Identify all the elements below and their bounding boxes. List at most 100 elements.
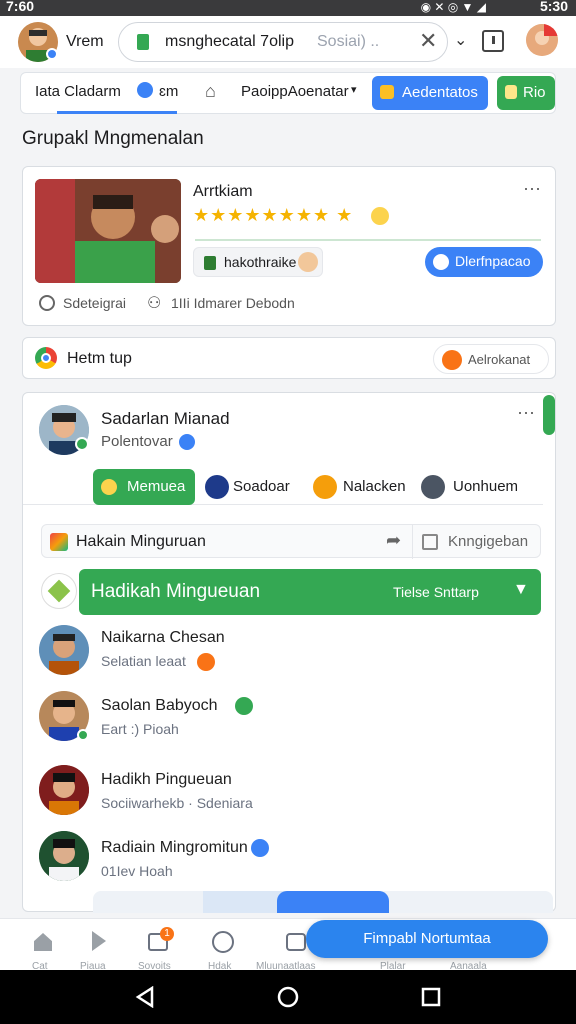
divider [412, 525, 413, 559]
camera-icon[interactable] [286, 933, 306, 951]
search-action-label: Aelrokanat [468, 352, 531, 367]
chip-label: Nalacken [343, 478, 406, 495]
page-title: Grupakl Mngmenalan [22, 128, 204, 149]
meta-secondary: 1IIi Idmarer Debodn [171, 295, 295, 311]
chip-0[interactable]: Memuea [93, 469, 195, 505]
member-name: Radiain Mingromitun [101, 839, 248, 856]
segmented-control[interactable] [93, 891, 553, 913]
face-icon [505, 85, 517, 99]
smile-icon[interactable] [212, 931, 234, 953]
back-icon[interactable] [134, 986, 156, 1008]
divider [195, 239, 541, 241]
search-row[interactable]: Hetm tup Aelrokanat [22, 337, 556, 379]
status-time: 7:60 [6, 0, 35, 14]
status-dot-icon [77, 729, 89, 741]
secondary-button-label: Rio [523, 84, 546, 101]
status-dot-icon [75, 437, 89, 451]
image-icon[interactable] [422, 534, 438, 550]
chevron-down-icon[interactable]: ▼ [513, 581, 529, 599]
chip-label: Memuea [127, 478, 186, 495]
featured-name: Arrtkiam [193, 183, 253, 200]
chip-3[interactable]: Uonhuem [421, 469, 533, 505]
floating-action-button[interactable]: Fimpabl Nortumtaa [306, 920, 548, 958]
chip-icon [101, 479, 117, 495]
chevron-down-icon[interactable]: ⌄ [454, 30, 467, 50]
more-icon[interactable]: ⋯ [517, 403, 535, 424]
group-header[interactable]: Hadikah Mingueuan Tielse Snttarp ▼ [79, 569, 541, 615]
browser-icon-center [41, 353, 51, 363]
tag-label: hakothraike [224, 254, 297, 270]
chip-avatar [205, 475, 229, 499]
rating-stars: ★★★★★★★★ ★ [193, 205, 354, 225]
member-sub: 01Iev Hoah [101, 863, 173, 879]
tab-suffix: ɛm [159, 83, 179, 100]
location-icon [433, 254, 449, 270]
verified-icon [251, 839, 269, 857]
toolbar-tabs: Iata Cladarm ɛm ⌂ PaoippAoenatar ▾ Aeden… [20, 72, 556, 114]
tabs-icon[interactable] [482, 30, 504, 52]
featured-photo [35, 179, 181, 283]
badge-icon [380, 85, 394, 99]
user-label: Vrem [66, 33, 104, 50]
action-button-label: Dlerfnpacao [455, 253, 531, 269]
group-icon [41, 573, 77, 609]
scroll-indicator[interactable] [543, 395, 555, 435]
member-role: Polentovar [101, 433, 173, 450]
face-icon [298, 252, 318, 272]
online-badge-icon [46, 48, 58, 60]
primary-button[interactable]: Aedentatos [372, 76, 488, 110]
dropdown-select[interactable]: PaoippAoenatar [241, 83, 349, 100]
member-name: Naikarna Chesan [101, 629, 225, 646]
address-bar[interactable]: msnghecatal 7olip Sosiai) .. ✕ [118, 22, 448, 62]
list-item[interactable]: Radiain Mingromitun 01Iev Hoah [39, 831, 539, 897]
caret-down-icon[interactable]: ▾ [351, 83, 357, 96]
secondary-button[interactable]: Rio [497, 76, 555, 110]
chip-label: Soadoar [233, 478, 290, 495]
share-icon[interactable]: ➦ [386, 530, 401, 551]
tag-chip[interactable]: hakothraike [193, 247, 323, 277]
filter-left-label: Hakain Minguruan [76, 533, 206, 550]
lock-icon [137, 34, 149, 50]
list-item[interactable]: Hadikh Pingueuan Sociiwarhekb · Sdeniara [39, 765, 539, 831]
notification-badge: 1 [160, 927, 174, 941]
tab-active-indicator [57, 111, 177, 114]
list-item[interactable]: Naikarna Chesan Selatian leaat [39, 625, 539, 691]
list-item[interactable]: Saolan Babyoch Eart :) Pioah [39, 691, 539, 757]
app-header: Vrem msnghecatal 7olip Sosiai) .. ✕ ⌄ [0, 16, 576, 68]
member-card[interactable]: Sadarlan Mianad Polentovar ⋯ Memuea Soad… [23, 393, 555, 505]
member-sub: Eart :) Pioah [101, 721, 179, 737]
status-battery-text: 5:30 [539, 0, 568, 14]
home-icon[interactable] [34, 933, 52, 951]
primary-button-label: Aedentatos [402, 84, 478, 101]
members-panel: Sadarlan Mianad Polentovar ⋯ Memuea Soad… [22, 392, 556, 913]
verified-icon [235, 697, 253, 715]
system-nav-bar [0, 970, 576, 1024]
chip-2[interactable]: Nalacken [311, 469, 415, 505]
filter-right-label: Knngigeban [448, 533, 529, 550]
member-name: Saolan Babyoch [101, 697, 218, 714]
play-icon[interactable] [92, 931, 106, 951]
recents-icon[interactable] [421, 987, 441, 1007]
home-circle-icon[interactable] [277, 986, 299, 1008]
reaction-icon [442, 350, 462, 370]
more-icon[interactable]: ⋯ [523, 179, 541, 200]
segment-active[interactable] [277, 891, 389, 913]
member-name: Hadikh Pingueuan [101, 771, 232, 788]
emoji-icon [371, 207, 389, 225]
tab-label[interactable]: Iata Cladarm [35, 83, 121, 100]
chip-1[interactable]: Soadoar [203, 469, 303, 505]
group-title: Hadikah Mingueuan [91, 581, 261, 602]
close-icon[interactable]: ✕ [419, 28, 437, 54]
action-button[interactable]: Dlerfnpacao [425, 247, 543, 277]
featured-card[interactable]: Arrtkiam ⋯ ★★★★★★★★ ★ hakothraike Dlerfn… [22, 166, 556, 326]
meta-primary: Sdeteigrai [63, 295, 127, 311]
account-avatar[interactable] [526, 24, 558, 56]
wifi-icon: ◉ ✕ ◎ ▼ ◢ [420, 0, 486, 14]
search-label: Hetm tup [67, 350, 132, 367]
filter-row[interactable]: Hakain Minguruan ➦ Knngigeban [41, 524, 541, 559]
url-text: msnghecatal 7olip [165, 33, 294, 50]
search-action-chip[interactable]: Aelrokanat [433, 344, 549, 374]
group-action[interactable]: Tielse Snttarp [393, 584, 479, 600]
home-icon: ⌂ [205, 81, 216, 101]
member-sub: Sociiwarhekb · Sdeniara [101, 795, 253, 811]
